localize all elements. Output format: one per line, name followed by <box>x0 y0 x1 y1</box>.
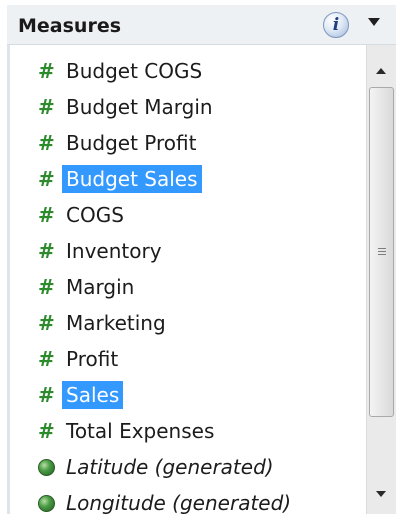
field-item[interactable]: # Budget Sales <box>38 164 202 194</box>
field-label: Total Expenses <box>66 419 215 443</box>
field-label: Marketing <box>66 311 166 335</box>
field-item[interactable]: # Margin <box>38 272 138 302</box>
vertical-scrollbar[interactable] <box>366 45 396 514</box>
field-item[interactable]: Longitude (generated) <box>38 488 295 514</box>
field-item[interactable]: # Sales <box>38 380 124 410</box>
scroll-grip-icon <box>378 254 386 255</box>
measure-hash-icon: # <box>38 383 55 407</box>
field-item[interactable]: Latitude (generated) <box>38 452 278 482</box>
measure-hash-icon: # <box>38 131 55 155</box>
scrollbar-thumb[interactable] <box>369 87 394 417</box>
field-label: Latitude (generated) <box>66 455 274 479</box>
field-item[interactable]: # Total Expenses <box>38 416 218 446</box>
field-label: Inventory <box>66 239 162 263</box>
field-label: Margin <box>66 275 135 299</box>
field-item[interactable]: # Inventory <box>38 236 166 266</box>
measure-hash-icon: # <box>38 203 55 227</box>
field-item[interactable]: # Profit <box>38 344 122 374</box>
field-label: Sales <box>62 381 124 409</box>
scroll-grip-icon <box>378 251 386 252</box>
measure-hash-icon: # <box>38 59 55 83</box>
measure-hash-icon: # <box>38 347 55 371</box>
dropdown-arrow-icon[interactable] <box>368 18 380 26</box>
measures-list: # Budget COGS # Budget Margin # Budget Profit… <box>10 45 364 514</box>
measure-hash-icon: # <box>38 419 55 443</box>
field-label: Budget Profit <box>66 131 197 155</box>
field-item[interactable]: # Budget Profit <box>38 128 200 158</box>
measure-hash-icon: # <box>38 239 55 263</box>
field-label: Budget Sales <box>62 165 202 193</box>
measure-hash-icon: # <box>38 95 55 119</box>
measures-header: Measures i <box>7 5 396 45</box>
field-item[interactable]: # Budget COGS <box>38 56 206 86</box>
field-item[interactable]: # Marketing <box>38 308 170 338</box>
field-item[interactable]: # Budget Margin <box>38 92 217 122</box>
globe-icon <box>38 494 62 512</box>
scroll-down-arrow-icon[interactable] <box>376 491 386 497</box>
info-icon[interactable]: i <box>323 12 349 38</box>
field-label: Longitude (generated) <box>66 491 292 514</box>
field-label: Profit <box>66 347 119 371</box>
measure-hash-icon: # <box>38 275 55 299</box>
field-label: COGS <box>66 203 124 227</box>
scroll-up-arrow-icon[interactable] <box>376 68 386 74</box>
field-label: Budget Margin <box>66 95 213 119</box>
measure-hash-icon: # <box>38 167 55 191</box>
panel-title: Measures <box>18 15 122 37</box>
field-item[interactable]: # COGS <box>38 200 128 230</box>
globe-icon <box>38 458 62 476</box>
scroll-grip-icon <box>378 248 386 249</box>
measure-hash-icon: # <box>38 311 55 335</box>
field-label: Budget COGS <box>66 59 203 83</box>
